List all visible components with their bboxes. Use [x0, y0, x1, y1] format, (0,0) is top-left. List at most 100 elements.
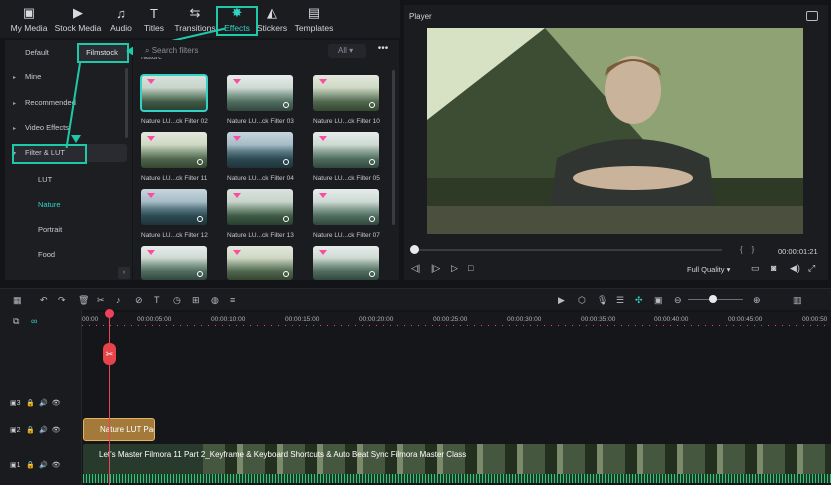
- collapse-sidebar-button[interactable]: ‹: [118, 267, 130, 279]
- sidebar-scrollbar[interactable]: [125, 68, 128, 138]
- volume-icon[interactable]: ◀): [790, 263, 800, 274]
- zoom-in-icon[interactable]: ⊕: [753, 295, 761, 306]
- quality-select[interactable]: Full Quality ▾: [687, 265, 730, 274]
- filter-dropdown[interactable]: All ▾: [328, 44, 366, 58]
- image-icon[interactable]: [806, 11, 818, 21]
- text-icon[interactable]: T: [154, 295, 160, 305]
- search-input[interactable]: ⌕ Search filters: [145, 44, 255, 58]
- tab-transitions[interactable]: ⇆ Transitions: [171, 5, 219, 33]
- sidebar-subitem-food[interactable]: Food: [38, 250, 55, 259]
- download-icon: [283, 102, 289, 108]
- video-clip[interactable]: Let's Master Filmora 11 Part 2_Keyframe …: [83, 444, 831, 474]
- filter-thumbnail[interactable]: [227, 189, 293, 225]
- download-icon: [283, 271, 289, 277]
- sidebar-item-mine[interactable]: ▸ Mine: [13, 68, 127, 86]
- sidebar-item-recommended[interactable]: ▸ Recommended: [13, 94, 127, 112]
- filter-lut-highlight: [12, 144, 87, 164]
- download-icon: [283, 159, 289, 165]
- playhead[interactable]: [109, 310, 110, 485]
- premium-icon: [233, 250, 241, 255]
- crop-icon[interactable]: ⊞: [192, 295, 200, 306]
- premium-icon: [147, 136, 155, 141]
- display-icon[interactable]: ▭: [751, 263, 760, 274]
- delete-icon[interactable]: 🗑: [78, 295, 89, 306]
- tag-icon[interactable]: ⊘: [135, 295, 143, 306]
- camera-icon[interactable]: ◙: [771, 263, 776, 273]
- render-icon[interactable]: ▶: [558, 295, 565, 306]
- filter-label: Nature LU...ck Filter 05: [313, 175, 380, 182]
- premium-icon: [233, 136, 241, 141]
- speed-icon[interactable]: ◷: [173, 295, 181, 306]
- transitions-icon: ⇆: [189, 5, 201, 20]
- mic-icon[interactable]: 🎙: [597, 295, 608, 306]
- download-icon: [283, 216, 289, 222]
- filter-thumbnail[interactable]: [313, 246, 379, 280]
- sidebar-subitem-lut[interactable]: LUT: [38, 175, 52, 184]
- in-out-marks-icon[interactable]: { }: [740, 245, 754, 254]
- caret-right-icon: ▸: [13, 126, 17, 132]
- tab-my-media[interactable]: ▣ My Media: [5, 5, 53, 33]
- stop-icon[interactable]: □: [468, 263, 473, 273]
- timeline-ruler[interactable]: 00:00 00:00:05:00 00:00:10:00 00:00:15:0…: [82, 312, 831, 326]
- grid-icon[interactable]: ▥: [793, 295, 802, 306]
- premium-icon: [233, 193, 241, 198]
- tab-templates[interactable]: ▤ Templates: [290, 5, 338, 33]
- sidebar-subitem-portrait[interactable]: Portrait: [38, 225, 62, 234]
- templates-icon: ▤: [307, 5, 321, 20]
- sidebar-subitem-nature[interactable]: Nature: [38, 200, 61, 209]
- track-header-2: ▣2 🔒 🔊 👁: [10, 427, 61, 434]
- filter-thumbnail[interactable]: [141, 189, 207, 225]
- pip-icon[interactable]: ▣: [654, 295, 663, 306]
- snap-icon[interactable]: ✣: [635, 295, 643, 306]
- effect-clip[interactable]: Nature LUT Pac: [83, 418, 155, 441]
- download-icon: [197, 216, 203, 222]
- adjust-icon[interactable]: ≡: [230, 295, 235, 305]
- list-icon[interactable]: ☰: [616, 295, 624, 306]
- audio-stretch-icon[interactable]: ♪: [116, 295, 121, 305]
- zoom-out-icon[interactable]: ⊖: [674, 295, 682, 306]
- playhead-handle[interactable]: [105, 309, 114, 318]
- premium-icon: [147, 193, 155, 198]
- filter-thumbnail[interactable]: [227, 246, 293, 280]
- effects-browser: ⌕ Search filters All ▾ ••• Nature Nature…: [133, 40, 399, 280]
- step-back-icon[interactable]: ◁|: [411, 263, 420, 274]
- filter-thumbnail[interactable]: [141, 246, 207, 280]
- split-scissors-icon[interactable]: ✂: [103, 343, 116, 365]
- color-icon[interactable]: ◍: [211, 295, 219, 306]
- scrubber-knob[interactable]: [410, 245, 419, 254]
- filter-thumbnail[interactable]: [313, 189, 379, 225]
- fullscreen-icon[interactable]: ⤢: [808, 263, 815, 274]
- add-track-icon[interactable]: ⧉: [13, 316, 19, 327]
- zoom-slider-knob[interactable]: [709, 295, 717, 303]
- section-label: Nature: [141, 57, 163, 61]
- filter-label: Nature LU...ck Filter 10: [313, 118, 380, 125]
- shield-icon[interactable]: ⬡: [578, 295, 586, 306]
- tab-stock-media[interactable]: ▶ Stock Media: [54, 5, 102, 33]
- video-frame: [427, 28, 803, 234]
- tab-default[interactable]: Default: [9, 45, 65, 61]
- cut-icon[interactable]: ✂: [97, 295, 105, 306]
- timecode: 00:00:01:21: [778, 247, 818, 256]
- link-icon[interactable]: ∞: [31, 316, 37, 326]
- filter-thumbnail[interactable]: [313, 75, 379, 111]
- filter-thumbnail[interactable]: [227, 75, 293, 111]
- filter-thumbnail[interactable]: [140, 74, 208, 112]
- step-forward-icon[interactable]: |▷: [431, 263, 440, 274]
- undo-icon[interactable]: ↶: [40, 295, 48, 306]
- filter-thumbnail[interactable]: [313, 132, 379, 168]
- arrow-head-icon: [71, 135, 81, 143]
- premium-icon: [319, 79, 327, 84]
- more-options-icon[interactable]: •••: [376, 44, 390, 58]
- play-icon[interactable]: ▷: [451, 263, 458, 274]
- player-title: Player: [409, 12, 432, 21]
- premium-icon: [319, 193, 327, 198]
- grid-scrollbar[interactable]: [392, 70, 395, 225]
- redo-icon[interactable]: ↷: [58, 295, 66, 306]
- timeline-toolbar: ▦ ↶ ↷ 🗑 ✂ ♪ ⊘ T ◷ ⊞ ◍ ≡ ▶ ⬡ 🎙 ☰ ✣ ▣ ⊖ ⊕ …: [0, 288, 831, 310]
- audio-waveform: [83, 474, 831, 483]
- download-icon: [197, 271, 203, 277]
- playback-scrubber[interactable]: [412, 249, 722, 251]
- layout-icon[interactable]: ▦: [13, 295, 22, 306]
- filter-thumbnail[interactable]: [141, 132, 207, 168]
- filter-thumbnail[interactable]: [227, 132, 293, 168]
